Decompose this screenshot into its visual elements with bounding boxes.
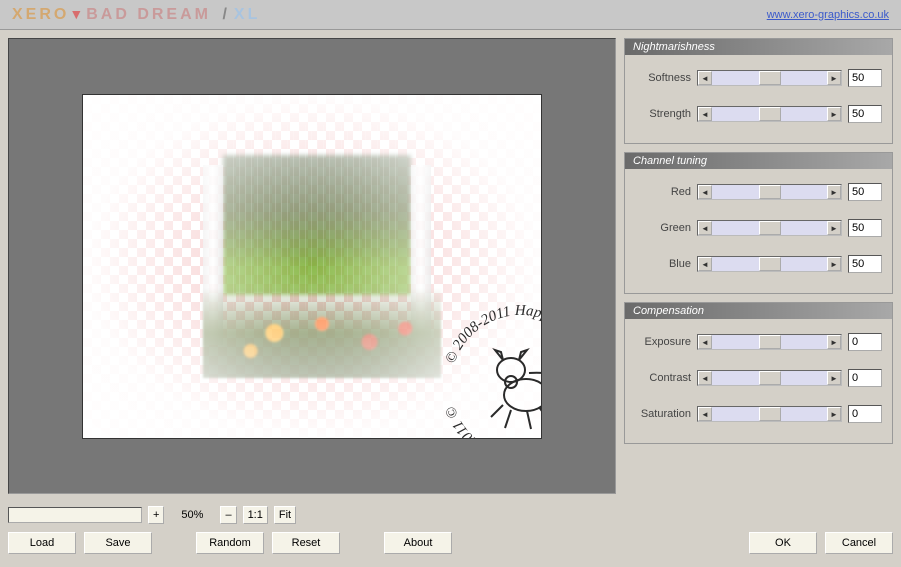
arrow-right-icon[interactable]: ► [827,221,841,235]
arrow-left-icon[interactable]: ◄ [698,257,712,271]
slider-thumb[interactable] [759,221,781,235]
group-header: Channel tuning [625,153,892,169]
slider-value-input[interactable] [848,369,882,387]
preview-panel[interactable]: © 2008-2011 HappyRataplan HappyRataplan … [8,38,616,494]
slider-exposure: Exposure ◄ ► [635,333,882,351]
slider-label: Strength [635,108,691,120]
controls-panel: Nightmarishness Softness ◄ ► Strength ◄ [624,38,893,494]
slider-thumb[interactable] [759,335,781,349]
slider-red: Red ◄ ► [635,183,882,201]
preview-image: © 2008-2011 HappyRataplan HappyRataplan … [82,94,542,439]
slider-track[interactable]: ◄ ► [697,406,842,422]
slider-blue: Blue ◄ ► [635,255,882,273]
arrow-right-icon[interactable]: ► [827,71,841,85]
slider-thumb[interactable] [759,407,781,421]
slider-value-input[interactable] [848,405,882,423]
zoom-1to1-button[interactable]: 1:1 [243,506,268,524]
random-button[interactable]: Random [196,532,264,554]
slider-track[interactable]: ◄ ► [697,370,842,386]
arrow-left-icon[interactable]: ◄ [698,107,712,121]
zoom-in-button[interactable]: + [148,506,164,524]
reset-button[interactable]: Reset [272,532,340,554]
slider-label: Green [635,222,691,234]
save-button[interactable]: Save [84,532,152,554]
slider-track[interactable]: ◄ ► [697,184,842,200]
zoom-level: 50% [170,508,214,522]
slider-thumb[interactable] [759,257,781,271]
slider-saturation: Saturation ◄ ► [635,405,882,423]
group-nightmarishness: Nightmarishness Softness ◄ ► Strength ◄ [624,38,893,144]
slider-softness: Softness ◄ ► [635,69,882,87]
slider-label: Blue [635,258,691,270]
slider-track[interactable]: ◄ ► [697,256,842,272]
about-button[interactable]: About [384,532,452,554]
arrow-right-icon[interactable]: ► [827,407,841,421]
slider-value-input[interactable] [848,69,882,87]
group-compensation: Compensation Exposure ◄ ► Contrast ◄ [624,302,893,444]
group-channel-tuning: Channel tuning Red ◄ ► Green ◄ [624,152,893,294]
zoom-gauge[interactable] [8,507,142,523]
slider-thumb[interactable] [759,371,781,385]
arrow-left-icon[interactable]: ◄ [698,71,712,85]
slider-value-input[interactable] [848,105,882,123]
arrow-left-icon[interactable]: ◄ [698,371,712,385]
slider-track[interactable]: ◄ ► [697,220,842,236]
slider-label: Softness [635,72,691,84]
arrow-left-icon[interactable]: ◄ [698,221,712,235]
slider-contrast: Contrast ◄ ► [635,369,882,387]
arrow-right-icon[interactable]: ► [827,185,841,199]
slider-track[interactable]: ◄ ► [697,334,842,350]
arrow-right-icon[interactable]: ► [827,257,841,271]
slider-value-input[interactable] [848,333,882,351]
title-plugin: BAD DREAM [86,6,211,23]
slider-thumb[interactable] [759,71,781,85]
arrow-right-icon[interactable]: ► [827,371,841,385]
slider-thumb[interactable] [759,185,781,199]
slider-value-input[interactable] [848,219,882,237]
load-button[interactable]: Load [8,532,76,554]
slider-label: Saturation [635,408,691,420]
bottom-button-row: Load Save Random Reset About OK Cancel [0,530,901,562]
title-slash: / [222,6,229,23]
ok-button[interactable]: OK [749,532,817,554]
vendor-url-link[interactable]: www.xero-graphics.co.uk [767,9,889,21]
slider-label: Contrast [635,372,691,384]
arrow-left-icon[interactable]: ◄ [698,185,712,199]
cancel-button[interactable]: Cancel [825,532,893,554]
zoom-out-button[interactable]: – [220,506,236,524]
group-header: Compensation [625,303,892,319]
arrow-right-icon[interactable]: ► [827,107,841,121]
preview-vignette [83,95,541,438]
zoom-row: + 50% – 1:1 Fit [0,502,901,530]
main-area: © 2008-2011 HappyRataplan HappyRataplan … [0,30,901,502]
slider-value-input[interactable] [848,183,882,201]
arrow-right-icon[interactable]: ► [827,335,841,349]
slider-track[interactable]: ◄ ► [697,106,842,122]
slider-label: Red [635,186,691,198]
slider-thumb[interactable] [759,107,781,121]
arrow-left-icon[interactable]: ◄ [698,335,712,349]
slider-strength: Strength ◄ ► [635,105,882,123]
title-brand: XERO [12,6,69,23]
slider-label: Exposure [635,336,691,348]
title-bar: XERO▼BAD DREAM / XL www.xero-graphics.co.… [0,0,901,30]
app-title: XERO▼BAD DREAM / XL [12,6,260,24]
arrow-left-icon[interactable]: ◄ [698,407,712,421]
slider-track[interactable]: ◄ ► [697,70,842,86]
title-triangle-icon: ▼ [69,6,86,22]
slider-value-input[interactable] [848,255,882,273]
group-header: Nightmarishness [625,39,892,55]
slider-green: Green ◄ ► [635,219,882,237]
title-variant: XL [234,6,260,23]
zoom-fit-button[interactable]: Fit [274,506,296,524]
